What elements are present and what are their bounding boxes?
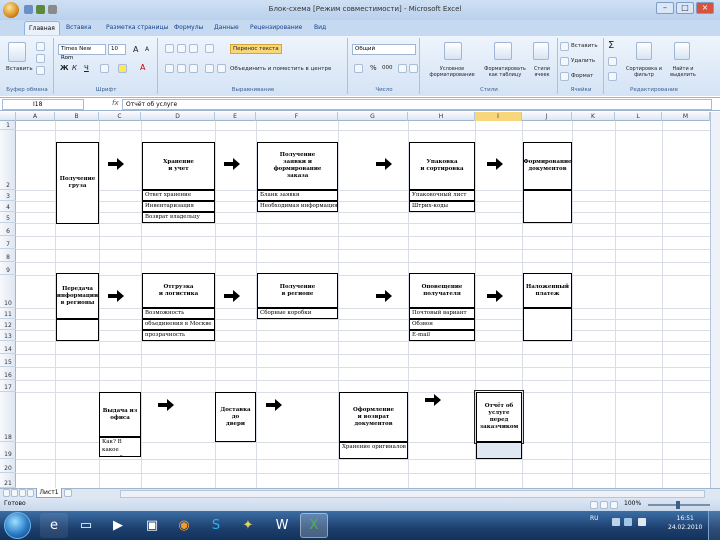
flow-arrows bbox=[108, 158, 503, 411]
last-sheet-icon[interactable] bbox=[27, 489, 34, 497]
new-sheet-icon[interactable] bbox=[64, 489, 72, 497]
show-desktop-button[interactable] bbox=[708, 511, 720, 540]
arrow-right-icon bbox=[487, 290, 503, 302]
horizontal-scrollbar[interactable] bbox=[120, 490, 705, 498]
status-ready: Готово bbox=[4, 500, 26, 507]
arrow-right-icon bbox=[376, 158, 392, 170]
clock-time: 16:51 bbox=[676, 515, 694, 522]
arrow-right-icon bbox=[376, 290, 392, 302]
page-layout-view-icon[interactable] bbox=[600, 501, 608, 509]
arrow-right-icon bbox=[425, 394, 441, 406]
arrow-right-icon bbox=[108, 158, 124, 170]
excel-icon[interactable]: X bbox=[300, 513, 328, 538]
volume-icon[interactable] bbox=[638, 518, 646, 526]
tray-icon[interactable] bbox=[612, 518, 620, 526]
arrow-right-icon bbox=[224, 290, 240, 302]
media-player-icon[interactable]: ▶ bbox=[104, 513, 132, 538]
prev-sheet-icon[interactable] bbox=[11, 489, 18, 497]
app-icon[interactable]: ✦ bbox=[234, 513, 262, 538]
vertical-scrollbar[interactable] bbox=[710, 112, 720, 488]
arrow-right-icon bbox=[487, 158, 503, 170]
page-break-view-icon[interactable] bbox=[610, 501, 618, 509]
next-sheet-icon[interactable] bbox=[19, 489, 26, 497]
sheet-tab-list1[interactable]: Лист1 bbox=[36, 488, 62, 498]
first-sheet-icon[interactable] bbox=[3, 489, 10, 497]
word-icon[interactable]: W bbox=[268, 513, 296, 538]
arrow-right-icon bbox=[266, 399, 282, 411]
normal-view-icon[interactable] bbox=[590, 501, 598, 509]
skype-icon[interactable]: S bbox=[202, 513, 230, 538]
start-button[interactable] bbox=[4, 512, 31, 539]
ie-icon[interactable]: e bbox=[40, 513, 68, 538]
clock-date: 24.02.2010 bbox=[668, 524, 703, 531]
network-icon[interactable] bbox=[624, 518, 632, 526]
arrow-right-icon bbox=[158, 399, 174, 411]
clock[interactable]: 16:51 24.02.2010 bbox=[668, 514, 702, 532]
folder-icon[interactable]: ▭ bbox=[72, 513, 100, 538]
arrow-right-icon bbox=[224, 158, 240, 170]
zoom-slider-thumb[interactable] bbox=[676, 501, 680, 509]
arrow-right-icon bbox=[108, 290, 124, 302]
floppy-icon[interactable]: ▣ bbox=[138, 513, 166, 538]
language-indicator[interactable]: RU bbox=[590, 515, 599, 522]
zoom-level[interactable]: 100% bbox=[624, 500, 641, 507]
firefox-icon[interactable]: ◉ bbox=[170, 513, 198, 538]
